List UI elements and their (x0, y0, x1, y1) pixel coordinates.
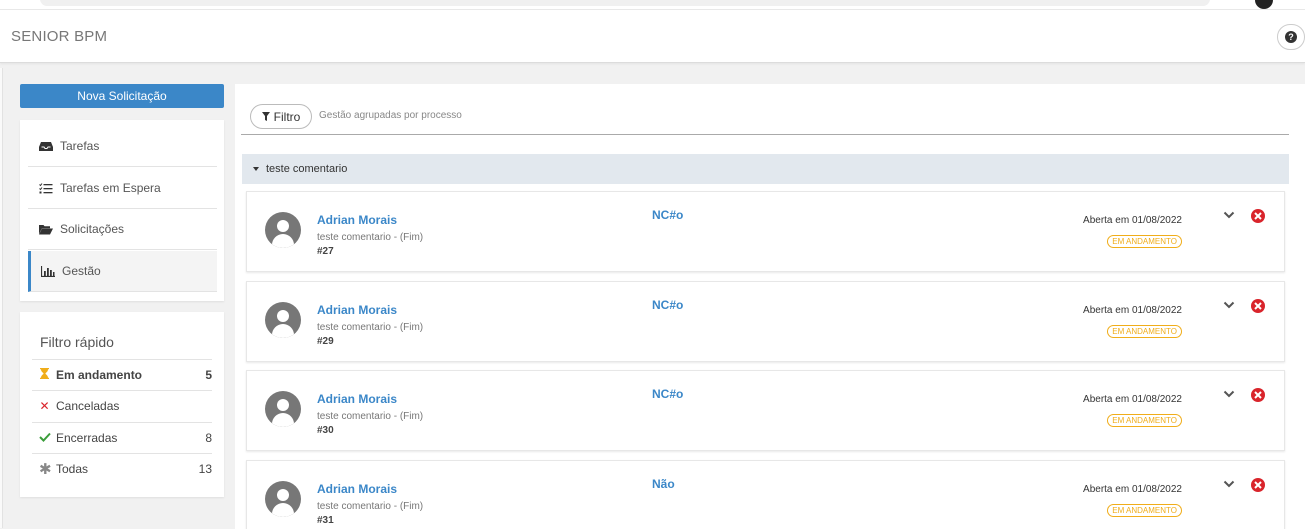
app-header: SENIOR BPM ? (0, 10, 1305, 63)
url-bar[interactable] (40, 0, 1210, 6)
opened-date: Aberta em 01/08/2022 (1083, 484, 1182, 495)
request-subtitle: teste comentario - (Fim) (317, 501, 424, 512)
quick-filter-count: 5 (205, 368, 212, 382)
requester-name[interactable]: Adrian Morais (317, 213, 397, 227)
sidebar-item-solicitacoes[interactable]: Solicitações (28, 209, 217, 250)
sidebar-item-tarefas-em-espera[interactable]: Tarefas em Espera (28, 168, 217, 209)
request-card[interactable]: Adrian Morais teste comentario - (Fim) #… (246, 191, 1285, 272)
main-panel: Filtro Gestão agrupadas por processo tes… (235, 84, 1305, 529)
status-badge: EM ANDAMENTO (1107, 504, 1182, 517)
chevron-down-icon[interactable] (1223, 210, 1235, 220)
toolbar-divider (241, 134, 1289, 135)
profile-icon[interactable] (1255, 0, 1273, 9)
quick-filter-title: Filtro rápido (40, 334, 114, 350)
sidebar-item-label: Tarefas (60, 139, 100, 153)
request-subtitle: teste comentario - (Fim) (317, 322, 424, 333)
request-label: Não (652, 477, 675, 491)
chevron-down-icon[interactable] (1223, 300, 1235, 310)
request-subtitle: teste comentario - (Fim) (317, 411, 424, 422)
folder-open-icon (38, 223, 54, 235)
quick-filter-count: 13 (198, 462, 212, 476)
avatar (265, 212, 301, 248)
opened-date: Aberta em 01/08/2022 (1083, 215, 1182, 226)
opened-date: Aberta em 01/08/2022 (1083, 305, 1182, 316)
quick-filter-card: Filtro rápido Em andamento 5 ✕ Cancelada… (20, 312, 224, 497)
sidebar-item-label: Solicitações (60, 222, 125, 236)
request-card[interactable]: Adrian Morais teste comentario - (Fim) #… (246, 281, 1285, 362)
status-badge: EM ANDAMENTO (1107, 414, 1182, 427)
quick-filter-canceladas[interactable]: ✕ Canceladas (32, 390, 212, 421)
quick-filter-label: Canceladas (56, 399, 120, 413)
group-header[interactable]: teste comentario (242, 154, 1289, 184)
caret-down-icon (253, 167, 259, 171)
quick-filter-label: Todas (56, 462, 89, 476)
request-number: #31 (317, 515, 334, 526)
quick-filter-label: Em andamento (56, 368, 143, 382)
left-edge-handle (0, 68, 3, 528)
quick-filter-todas[interactable]: ✱ Todas 13 (32, 453, 212, 484)
avatar (265, 481, 301, 517)
browser-strip (0, 0, 1305, 10)
request-number: #29 (317, 336, 334, 347)
bar-chart-icon (40, 265, 56, 277)
sidebar-nav: Tarefas Tarefas em Espera Solicitações G… (20, 120, 224, 301)
opened-date: Aberta em 01/08/2022 (1083, 394, 1182, 405)
hourglass-icon (39, 368, 50, 382)
requester-name[interactable]: Adrian Morais (317, 392, 397, 406)
inbox-icon (38, 140, 54, 152)
request-label: NC#o (652, 298, 684, 312)
requester-name[interactable]: Adrian Morais (317, 482, 397, 496)
request-card[interactable]: Adrian Morais teste comentario - (Fim) #… (246, 370, 1285, 451)
help-icon: ? (1285, 31, 1297, 43)
help-button[interactable]: ? (1277, 24, 1305, 50)
asterisk-icon: ✱ (39, 461, 52, 478)
close-icon[interactable] (1251, 478, 1265, 492)
avatar (265, 391, 301, 427)
app-title: SENIOR BPM (11, 28, 108, 45)
funnel-icon (261, 112, 270, 121)
filter-note: Gestão agrupadas por processo (319, 110, 462, 121)
quick-filter-label: Encerradas (56, 431, 118, 445)
sidebar-item-label: Gestão (62, 264, 101, 278)
sidebar-item-gestao[interactable]: Gestão (28, 251, 217, 292)
request-label: NC#o (652, 387, 684, 401)
filter-button[interactable]: Filtro (250, 104, 312, 129)
quick-filter-encerradas[interactable]: Encerradas 8 (32, 422, 212, 453)
close-icon[interactable] (1251, 388, 1265, 402)
avatar (265, 302, 301, 338)
list-check-icon (38, 182, 54, 194)
filter-button-label: Filtro (273, 109, 301, 124)
chevron-down-icon[interactable] (1223, 479, 1235, 489)
quick-filter-em-andamento[interactable]: Em andamento 5 (32, 359, 212, 390)
close-icon[interactable] (1251, 209, 1265, 223)
request-card[interactable]: Adrian Morais teste comentario - (Fim) #… (246, 460, 1285, 529)
status-badge: EM ANDAMENTO (1107, 325, 1182, 338)
sidebar-item-label: Tarefas em Espera (60, 181, 161, 195)
close-icon[interactable] (1251, 299, 1265, 313)
status-badge: EM ANDAMENTO (1107, 235, 1182, 248)
request-label: NC#o (652, 208, 684, 222)
request-subtitle: teste comentario - (Fim) (317, 232, 424, 243)
group-label: teste comentario (266, 163, 348, 175)
chevron-down-icon[interactable] (1223, 389, 1235, 399)
request-number: #27 (317, 246, 334, 257)
requester-name[interactable]: Adrian Morais (317, 303, 397, 317)
x-icon: ✕ (39, 399, 50, 413)
new-request-button[interactable]: Nova Solicitação (20, 84, 224, 108)
quick-filter-count: 8 (205, 431, 212, 445)
request-number: #30 (317, 425, 334, 436)
check-icon (39, 431, 51, 445)
sidebar-item-tarefas[interactable]: Tarefas (28, 126, 217, 167)
